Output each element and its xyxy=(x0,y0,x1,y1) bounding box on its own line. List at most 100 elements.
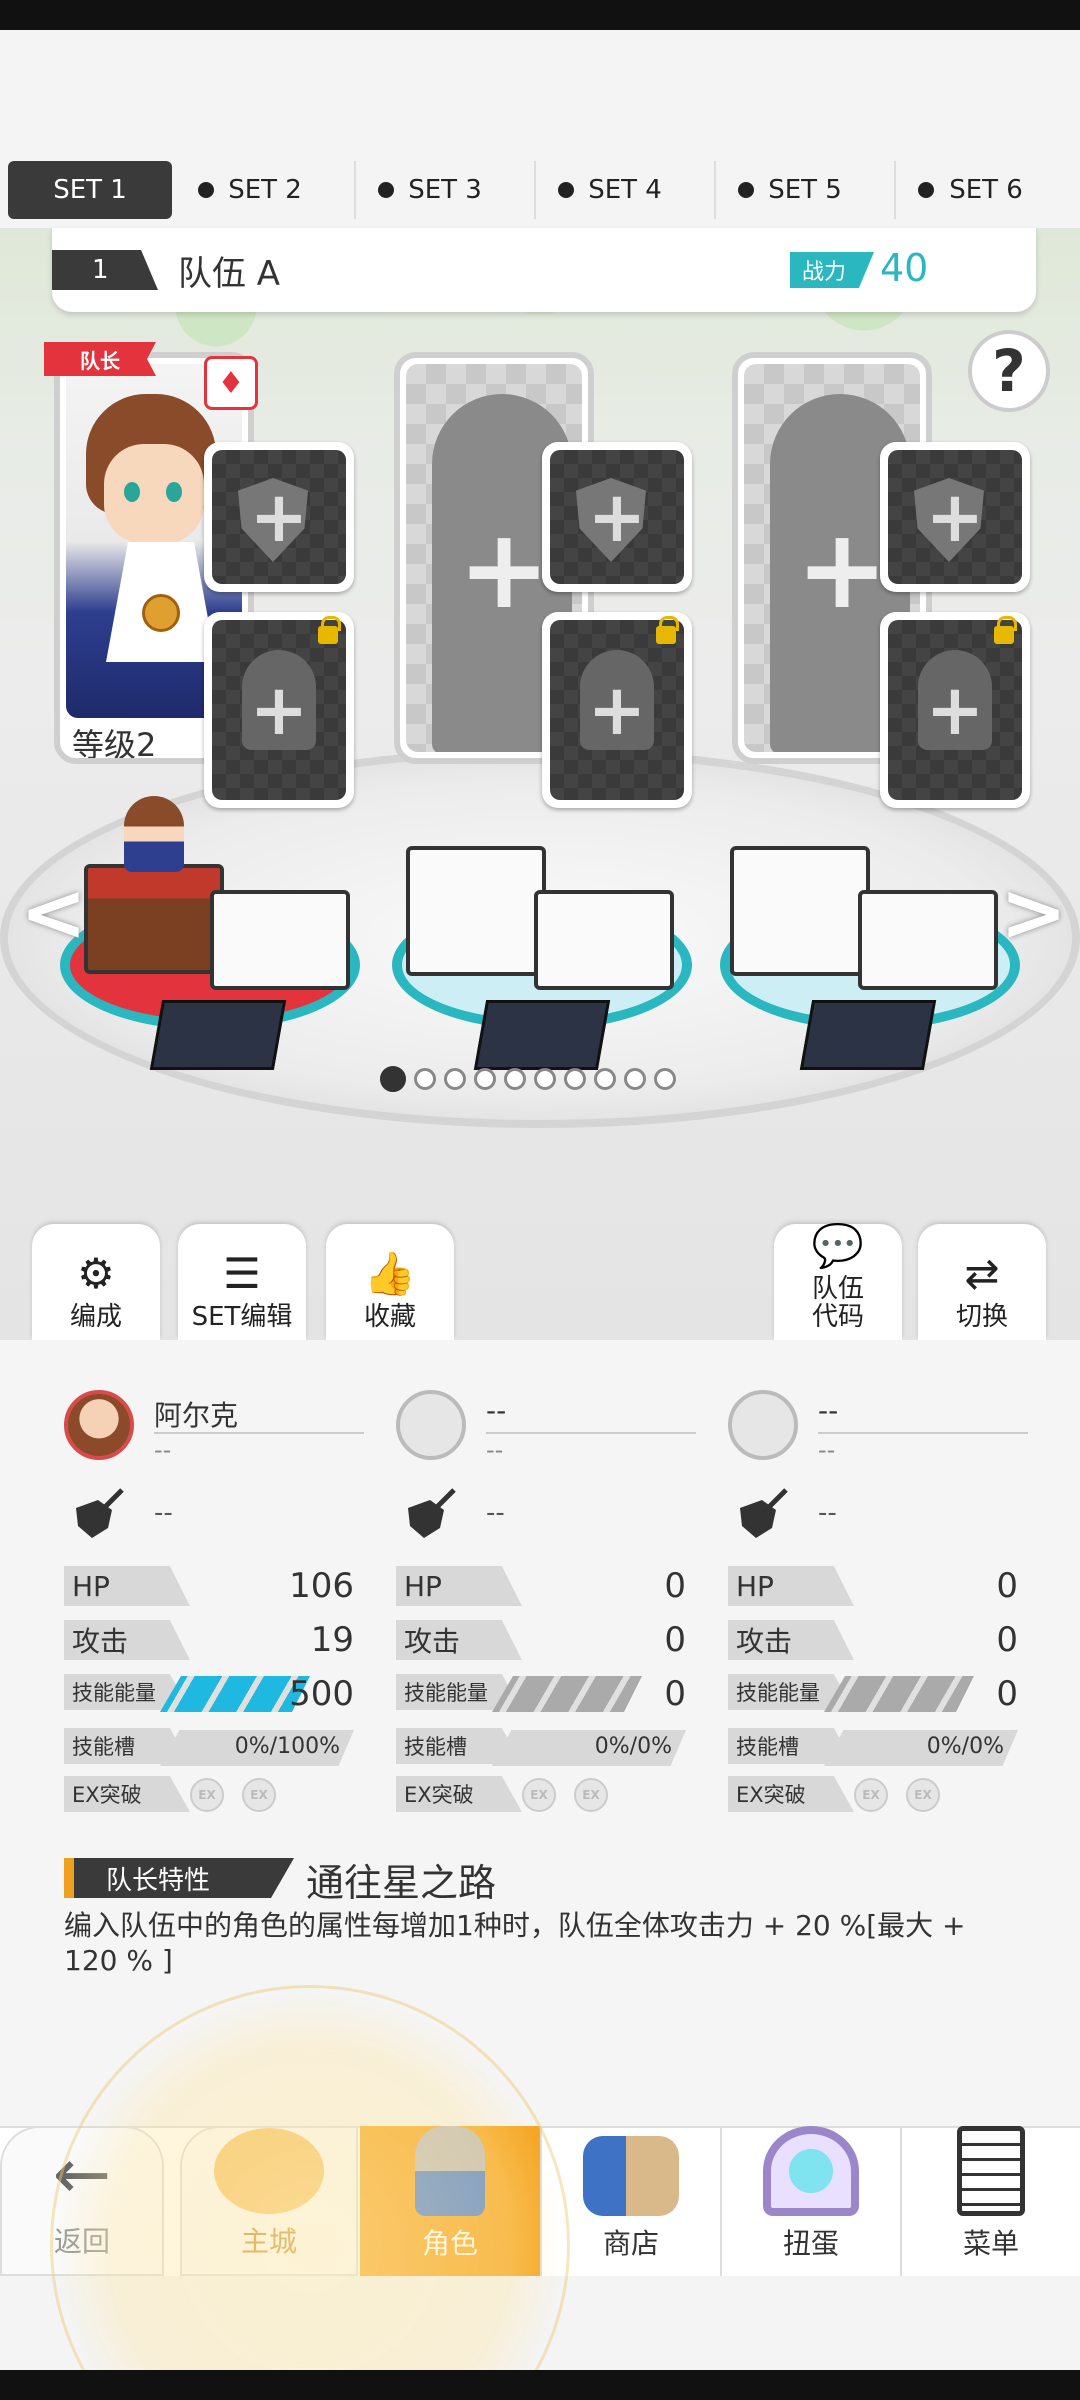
swap-arrows-icon: ⇄ xyxy=(964,1249,1000,1299)
tab-label: SET 3 xyxy=(408,175,482,205)
medal-shape xyxy=(142,594,180,632)
town-icon xyxy=(214,2128,324,2214)
lock-icon xyxy=(994,616,1017,644)
tab-set-5[interactable]: SET 5 xyxy=(716,161,896,219)
gacha-portal-icon xyxy=(763,2126,859,2216)
equipment-slot-3[interactable]: + xyxy=(880,442,1030,592)
ex-badge: EX xyxy=(242,1778,276,1812)
equipment-slot-2[interactable]: + xyxy=(542,442,692,592)
person-gear-icon: ⚙ xyxy=(77,1249,115,1299)
page-dot[interactable] xyxy=(534,1068,556,1090)
hp-label: HP xyxy=(396,1566,522,1606)
skill-slot-bar: 0%/0% xyxy=(492,1730,686,1766)
favorite-button[interactable]: 👍 收藏 xyxy=(326,1224,454,1340)
tab-dot xyxy=(918,182,934,198)
white-block xyxy=(534,890,674,990)
back-button[interactable]: ← 返回 xyxy=(0,2126,164,2276)
nav-character[interactable]: 角色 xyxy=(360,2126,540,2276)
page-dot[interactable] xyxy=(474,1068,496,1090)
support-slot-1[interactable]: + xyxy=(204,612,354,808)
hp-label: HP xyxy=(64,1566,190,1606)
tab-set-3[interactable]: SET 3 xyxy=(356,161,536,219)
formation-label: 编成 xyxy=(69,1302,122,1333)
plus-icon: + xyxy=(925,476,985,558)
set-edit-button[interactable]: ☰ SET编辑 xyxy=(178,1224,306,1340)
hp-value: 0 xyxy=(664,1566,686,1606)
nav-town[interactable]: 主城 xyxy=(180,2126,358,2276)
support-slot-inner: + xyxy=(212,616,346,800)
team-code-button[interactable]: 💬 队伍 代码 xyxy=(774,1222,902,1340)
leader-trait-name: 通往星之路 xyxy=(306,1861,497,1905)
next-arrow-icon[interactable]: > xyxy=(1000,866,1067,959)
equipment-slot-1[interactable]: + xyxy=(204,442,354,592)
skill-slot-row: 技能槽 0%/100% xyxy=(64,1728,354,1770)
lock-icon xyxy=(656,616,679,644)
shield-sword-icon xyxy=(76,1488,124,1538)
tab-dot xyxy=(198,182,214,198)
member-name: 阿尔克 xyxy=(154,1394,364,1434)
ex-row: EX突破 EX EX xyxy=(728,1776,1018,1818)
nav-label: 商店 xyxy=(602,2227,659,2260)
tab-set-4[interactable]: SET 4 xyxy=(536,161,716,219)
switch-label: 切换 xyxy=(955,1302,1008,1333)
switch-button[interactable]: ⇄ 切换 xyxy=(918,1224,1046,1340)
equipment-slot-inner: + xyxy=(212,450,346,584)
white-block xyxy=(406,846,546,976)
energy-row: 技能能量 0 xyxy=(396,1674,686,1716)
ex-row: EX突破 EX EX xyxy=(396,1776,686,1818)
nav-footer xyxy=(0,2276,1080,2370)
leader-level: 等级2 xyxy=(72,726,157,764)
white-block xyxy=(858,890,998,990)
page-dot[interactable] xyxy=(414,1068,436,1090)
support-slot-3[interactable]: + xyxy=(880,612,1030,808)
tab-set-2[interactable]: SET 2 xyxy=(176,161,356,219)
ex-badge: EX xyxy=(522,1778,556,1812)
tab-dot xyxy=(558,182,574,198)
nav-gacha[interactable]: 扭蛋 xyxy=(720,2126,900,2276)
team-header[interactable]: 1 队伍 A 战力 40 xyxy=(52,228,1036,312)
ex-badge: EX xyxy=(854,1778,888,1812)
plus-icon: + xyxy=(249,669,309,751)
support-slot-2[interactable]: + xyxy=(542,612,692,808)
page-dot[interactable] xyxy=(594,1068,616,1090)
avatar[interactable] xyxy=(396,1390,466,1460)
hp-value: 0 xyxy=(996,1566,1018,1606)
formation-button[interactable]: ⚙ 编成 xyxy=(32,1224,160,1340)
nav-menu[interactable]: 菜单 xyxy=(900,2126,1080,2276)
avatar[interactable] xyxy=(728,1390,798,1460)
page-dot[interactable] xyxy=(564,1068,586,1090)
skill-slot-bar: 0%/100% xyxy=(160,1730,354,1766)
energy-gauge xyxy=(492,1676,642,1712)
attack-label: 攻击 xyxy=(64,1620,190,1660)
previous-arrow-icon[interactable]: < xyxy=(20,866,87,959)
skill-slot-value: 0%/0% xyxy=(926,1734,1004,1759)
tab-label: SET 2 xyxy=(228,175,302,205)
page-dot[interactable] xyxy=(624,1068,646,1090)
nav-label: 主城 xyxy=(240,2225,297,2258)
energy-value: 500 xyxy=(289,1674,354,1714)
nav-shop[interactable]: 商店 xyxy=(540,2126,720,2276)
power-value: 40 xyxy=(880,246,929,290)
avatar[interactable] xyxy=(64,1390,134,1460)
tab-label: SET 5 xyxy=(768,175,842,205)
energy-row: 技能能量 0 xyxy=(728,1674,1018,1716)
help-button[interactable]: ? xyxy=(968,330,1050,412)
tab-set-1[interactable]: SET 1 xyxy=(8,161,172,219)
attack-value: 19 xyxy=(310,1620,354,1660)
power-label: 战力 xyxy=(790,252,875,288)
nav-label: 菜单 xyxy=(962,2227,1019,2260)
tab-set-6[interactable]: SET 6 xyxy=(896,161,1076,219)
page-dot[interactable] xyxy=(380,1066,406,1092)
plus-icon: + xyxy=(458,505,551,633)
member-subtitle: -- xyxy=(818,1436,836,1464)
attack-row: 攻击 0 xyxy=(396,1620,686,1662)
equipment-slot-inner: + xyxy=(888,450,1022,584)
nav-label: 角色 xyxy=(421,2227,478,2260)
attack-label: 攻击 xyxy=(728,1620,854,1660)
top-spacer xyxy=(0,30,1080,150)
page-dot[interactable] xyxy=(444,1068,466,1090)
page-dot[interactable] xyxy=(504,1068,526,1090)
eye-shape xyxy=(166,482,182,502)
page-dot[interactable] xyxy=(654,1068,676,1090)
character-sprite xyxy=(124,796,184,872)
